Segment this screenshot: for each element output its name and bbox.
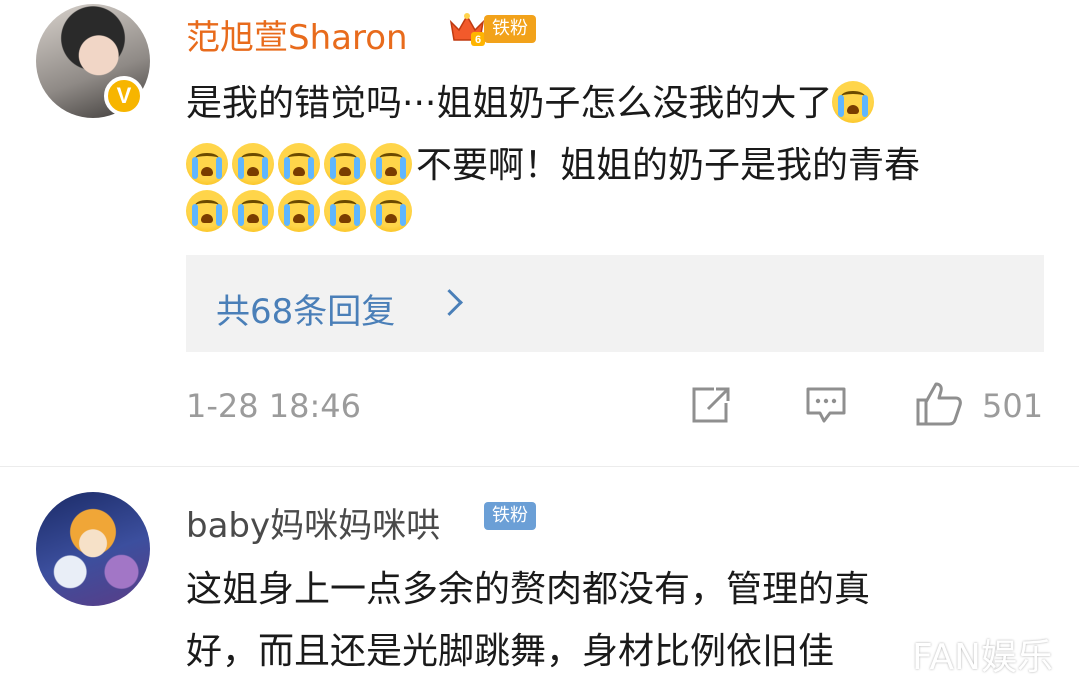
svg-text:6: 6 [475,34,481,46]
comment-text-line2: 好，而且还是光脚跳舞，身材比例依旧佳 [186,631,835,672]
comment-icon[interactable] [804,385,848,425]
comment-text-line1: 这姐身上一点多余的赘肉都没有，管理的真 [186,569,871,610]
emoji-row [186,190,416,233]
fan-badge: 铁粉 [484,502,536,530]
comment-text-line2: 不要啊！姐姐的奶子是我的青春 [416,145,921,186]
crying-face-icon [324,143,366,185]
reply-summary-link[interactable]: 共68条回复 [216,284,395,333]
verified-badge: V [104,76,144,116]
share-icon[interactable] [690,385,734,425]
crying-face-icon [370,143,412,185]
username[interactable]: 范旭萱Sharon [186,10,408,59]
crying-face-icon [832,81,875,123]
thumbs-up-icon[interactable] [914,380,964,428]
crying-face-icon [370,190,412,232]
crying-face-icon [278,190,320,232]
crying-face-icon [278,143,320,185]
crying-face-icon [232,143,274,185]
divider [0,466,1079,467]
crown-icon: 6 [447,10,487,48]
timestamp: 1-28 18:46 [186,387,362,425]
fan-badge: 铁粉 [484,15,536,43]
comment-text: 是我的错觉吗···姐姐奶子怎么没我的大了 [186,74,878,126]
crying-face-icon [324,190,366,232]
watermark: FAN娱乐 [912,637,1053,678]
comment-text-line1: 是我的错觉吗···姐姐奶子怎么没我的大了 [186,83,833,124]
username[interactable]: baby妈咪妈咪哄 [186,498,440,547]
crying-face-icon [186,143,228,185]
comment-text-row: 不要啊！姐姐的奶子是我的青春 [186,136,920,188]
avatar[interactable] [36,492,150,606]
crying-face-icon [232,190,274,232]
crying-face-icon [186,190,228,232]
like-count: 501 [982,387,1044,425]
